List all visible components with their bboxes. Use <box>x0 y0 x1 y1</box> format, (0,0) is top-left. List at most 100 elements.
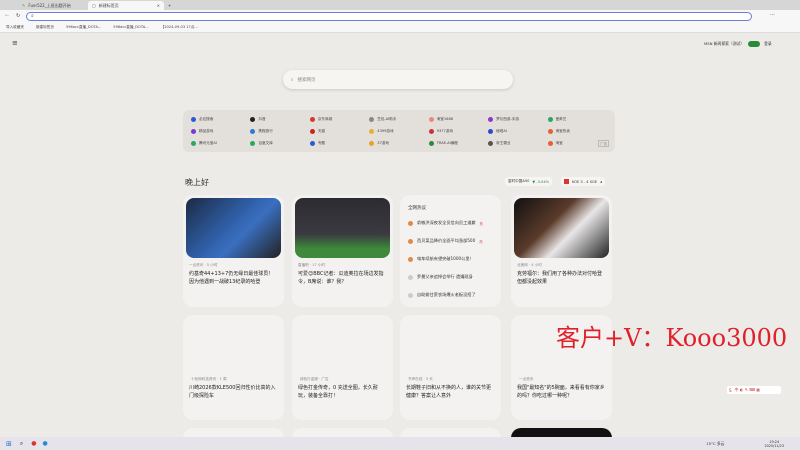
quick-link[interactable]: 梦幻西游-手游 <box>488 114 547 124</box>
news-card[interactable]: 北美网 · 4 小时 克劳福尔：我们用了各种办法对付哈登 但都没起效果 <box>511 195 612 307</box>
stock-change: ▼ -3.04% <box>532 179 550 184</box>
menu-dots-icon[interactable]: ⋯ <box>770 12 775 18</box>
hot-title: 全网热议 <box>408 206 426 211</box>
start-icon[interactable]: ⊞ <box>6 440 12 448</box>
quick-link-label: 9377游戏 <box>436 128 454 133</box>
quick-link[interactable]: TRAE-AI编程 <box>428 138 488 148</box>
quick-link[interactable]: 专题 <box>309 138 369 148</box>
hamburger-menu-icon[interactable]: ≡ <box>12 39 18 47</box>
quick-link[interactable]: 百度文库 <box>250 138 309 148</box>
quick-link-label: 腾讯元宝AI <box>199 140 217 145</box>
quick-link[interactable]: 天猫 <box>309 126 369 136</box>
quick-link[interactable]: 4399游戏 <box>369 126 428 136</box>
match-score[interactable]: KOE 3 - 4 SGE ◂ <box>561 177 605 186</box>
tab-1[interactable]: ✎ Fuer522_上班出题开始 <box>18 1 88 10</box>
speaker-icon: ◂ <box>600 179 602 184</box>
refresh-icon[interactable]: ↻ <box>16 13 20 19</box>
quick-link-label: 淘宝 <box>555 140 563 145</box>
ad-label: 广告 <box>598 140 609 147</box>
site-icon <box>547 116 553 122</box>
bookmark[interactable]: 596acc直播_DOTA... <box>113 25 148 30</box>
hot-item[interactable]: 俞敏洪深夜发全员信向员工道歉热 <box>408 217 493 229</box>
site-icon <box>547 140 553 146</box>
weather[interactable]: 15°C 多云 <box>706 441 724 447</box>
ime-toolbar[interactable]: S中 ◐ ✎ ⌨ ▦ <box>727 386 781 394</box>
news-title: 川崎2026款KLE500回归性价比高的入门级探险车 <box>189 385 276 399</box>
stock-name: 富时中国A50 <box>508 179 530 183</box>
close-icon[interactable]: × <box>157 3 160 8</box>
news-source: 一点资讯 · 5 小时 <box>189 263 218 267</box>
search-icon[interactable]: ⌕ <box>20 440 23 448</box>
quick-link[interactable]: 豆包-AI助手 <box>369 114 428 124</box>
msn-toggle[interactable] <box>748 41 761 47</box>
news-card[interactable]: 一点资讯 · 5 小时 约基奇44+13+7仍无缘日最佳球员！因为他遇到一战破1… <box>183 195 284 307</box>
quick-link[interactable]: 抖音 <box>250 114 309 124</box>
news-source: 十轮网科技资讯 · 1 周 <box>191 377 227 381</box>
site-icon <box>488 140 494 146</box>
back-icon[interactable]: ← <box>5 13 9 19</box>
news-title: 可爱😊BBC记者：瓜迪奥拉在场边发指令，B席说：谁？我？ <box>298 271 384 285</box>
quick-link[interactable]: 必应搜索 <box>191 114 250 124</box>
msn-label: MSN 新闻探索（测试） <box>704 41 745 46</box>
search-icon: ⌕ <box>291 77 294 83</box>
stock-ticker[interactable]: 富时中国A50 ▼ -3.04% <box>505 177 553 186</box>
bookmark[interactable]: 新建标签页 <box>36 25 54 30</box>
hot-item[interactable]: 电车续航有望突破1000公里！ <box>408 253 493 265</box>
quick-link-label: 37游戏 <box>377 140 390 145</box>
bookmark[interactable]: 导入收藏夹 <box>6 25 24 30</box>
quick-link-label: 秘塔AI <box>496 128 507 133</box>
news-image <box>514 198 609 258</box>
quick-link[interactable]: 9377游戏 <box>428 126 488 136</box>
site-icon <box>369 128 375 134</box>
quick-link[interactable]: 37游戏 <box>369 138 428 148</box>
quick-link[interactable]: 爱奇艺 <box>547 114 607 124</box>
quick-link-label: TRAE-AI编程 <box>436 140 458 145</box>
hot-item[interactable]: 西贝菜品降价全面平均涨部500 热 <box>408 235 493 247</box>
tab-new[interactable]: ▢ 新建标签页 × <box>88 1 164 10</box>
news-card[interactable]: 节声在线 · 3 天长期鞋子旧和从不换的人，谁的关节更健康？答案让人意外 <box>400 315 501 420</box>
stock-change-value: -3.04% <box>536 179 550 184</box>
news-card[interactable]: 绿色打金服 · 广告 绿色打金传奇，0 充送全图，长久耐玩，装备全靠打！ <box>292 315 393 420</box>
app-icon[interactable]: ● <box>31 440 36 447</box>
quick-link[interactable]: 淘宝1688 <box>428 114 488 124</box>
site-icon <box>191 116 196 122</box>
quick-link-label: 淘宝1688 <box>436 116 454 121</box>
quick-link[interactable]: 腾讯元宝AI <box>191 138 250 148</box>
quick-link[interactable]: 京东商城 <box>309 114 369 124</box>
site-icon <box>369 116 375 122</box>
new-tab-button[interactable]: + <box>164 1 175 10</box>
rank-icon <box>408 220 413 226</box>
news-title: 我国"最知名"的5碗面，来看看有你家乡的吗？你吃过哪一种呢？ <box>517 385 605 399</box>
rank-icon <box>408 292 413 298</box>
browser-icon[interactable]: ● <box>43 440 48 447</box>
site-icon <box>250 140 256 146</box>
news-card[interactable]: 十轮网科技资讯 · 1 周川崎2026款KLE500回归性价比高的入门级探险车 <box>183 315 284 420</box>
hot-item-text: 自助偷甘蔗农场爆火老板没招了 <box>417 292 476 297</box>
hot-item-text: 俞敏洪深夜发全员信向员工道歉 <box>417 220 476 225</box>
search-box[interactable]: ⌕ 搜索网页 <box>283 70 513 89</box>
login-link[interactable]: 登录 <box>764 41 772 47</box>
news-card[interactable]: 直播吧 · 17 小时 可爱😊BBC记者：瓜迪奥拉在场边发指令，B席说：谁？我？ <box>292 195 393 307</box>
address-input[interactable]: ⌕ <box>26 12 752 21</box>
site-icon <box>428 140 434 146</box>
quick-link[interactable]: 携程旅行 <box>250 126 309 136</box>
hot-item[interactable]: 自助偷甘蔗农场爆火老板没招了 <box>408 289 493 301</box>
site-icon <box>250 116 256 122</box>
taskbar: ⊞ ⌕ ● ● 15°C 多云 19:24 2025/11/23 <box>0 437 800 450</box>
quick-link[interactable]: 精品游戏 <box>191 126 250 136</box>
news-image <box>295 198 390 258</box>
site-icon <box>428 128 434 134</box>
hot-item[interactable]: 罗曼父亲追悼会举行 遗孀现身 <box>408 271 493 283</box>
news-title: 长期鞋子旧和从不换的人，谁的关节更健康？答案让人意外 <box>406 385 492 399</box>
quick-link[interactable]: 帝王霸业 <box>488 138 547 148</box>
quick-link[interactable]: 淘宝热卖 <box>547 126 607 136</box>
site-icon <box>191 140 196 146</box>
clock[interactable]: 19:24 2025/11/23 <box>764 440 784 448</box>
hot-badge: 热 <box>479 221 484 226</box>
bookmark[interactable]: 596acc直播_DOTA... <box>66 25 101 30</box>
site-icon <box>191 128 196 134</box>
quick-link[interactable]: 秘塔AI <box>488 126 547 136</box>
page-icon: ▢ <box>92 3 96 8</box>
bookmark[interactable]: 【2024-09-03 17点... <box>161 25 198 30</box>
msn-toggle-area: MSN 新闻探索（测试） 登录 <box>704 41 772 47</box>
